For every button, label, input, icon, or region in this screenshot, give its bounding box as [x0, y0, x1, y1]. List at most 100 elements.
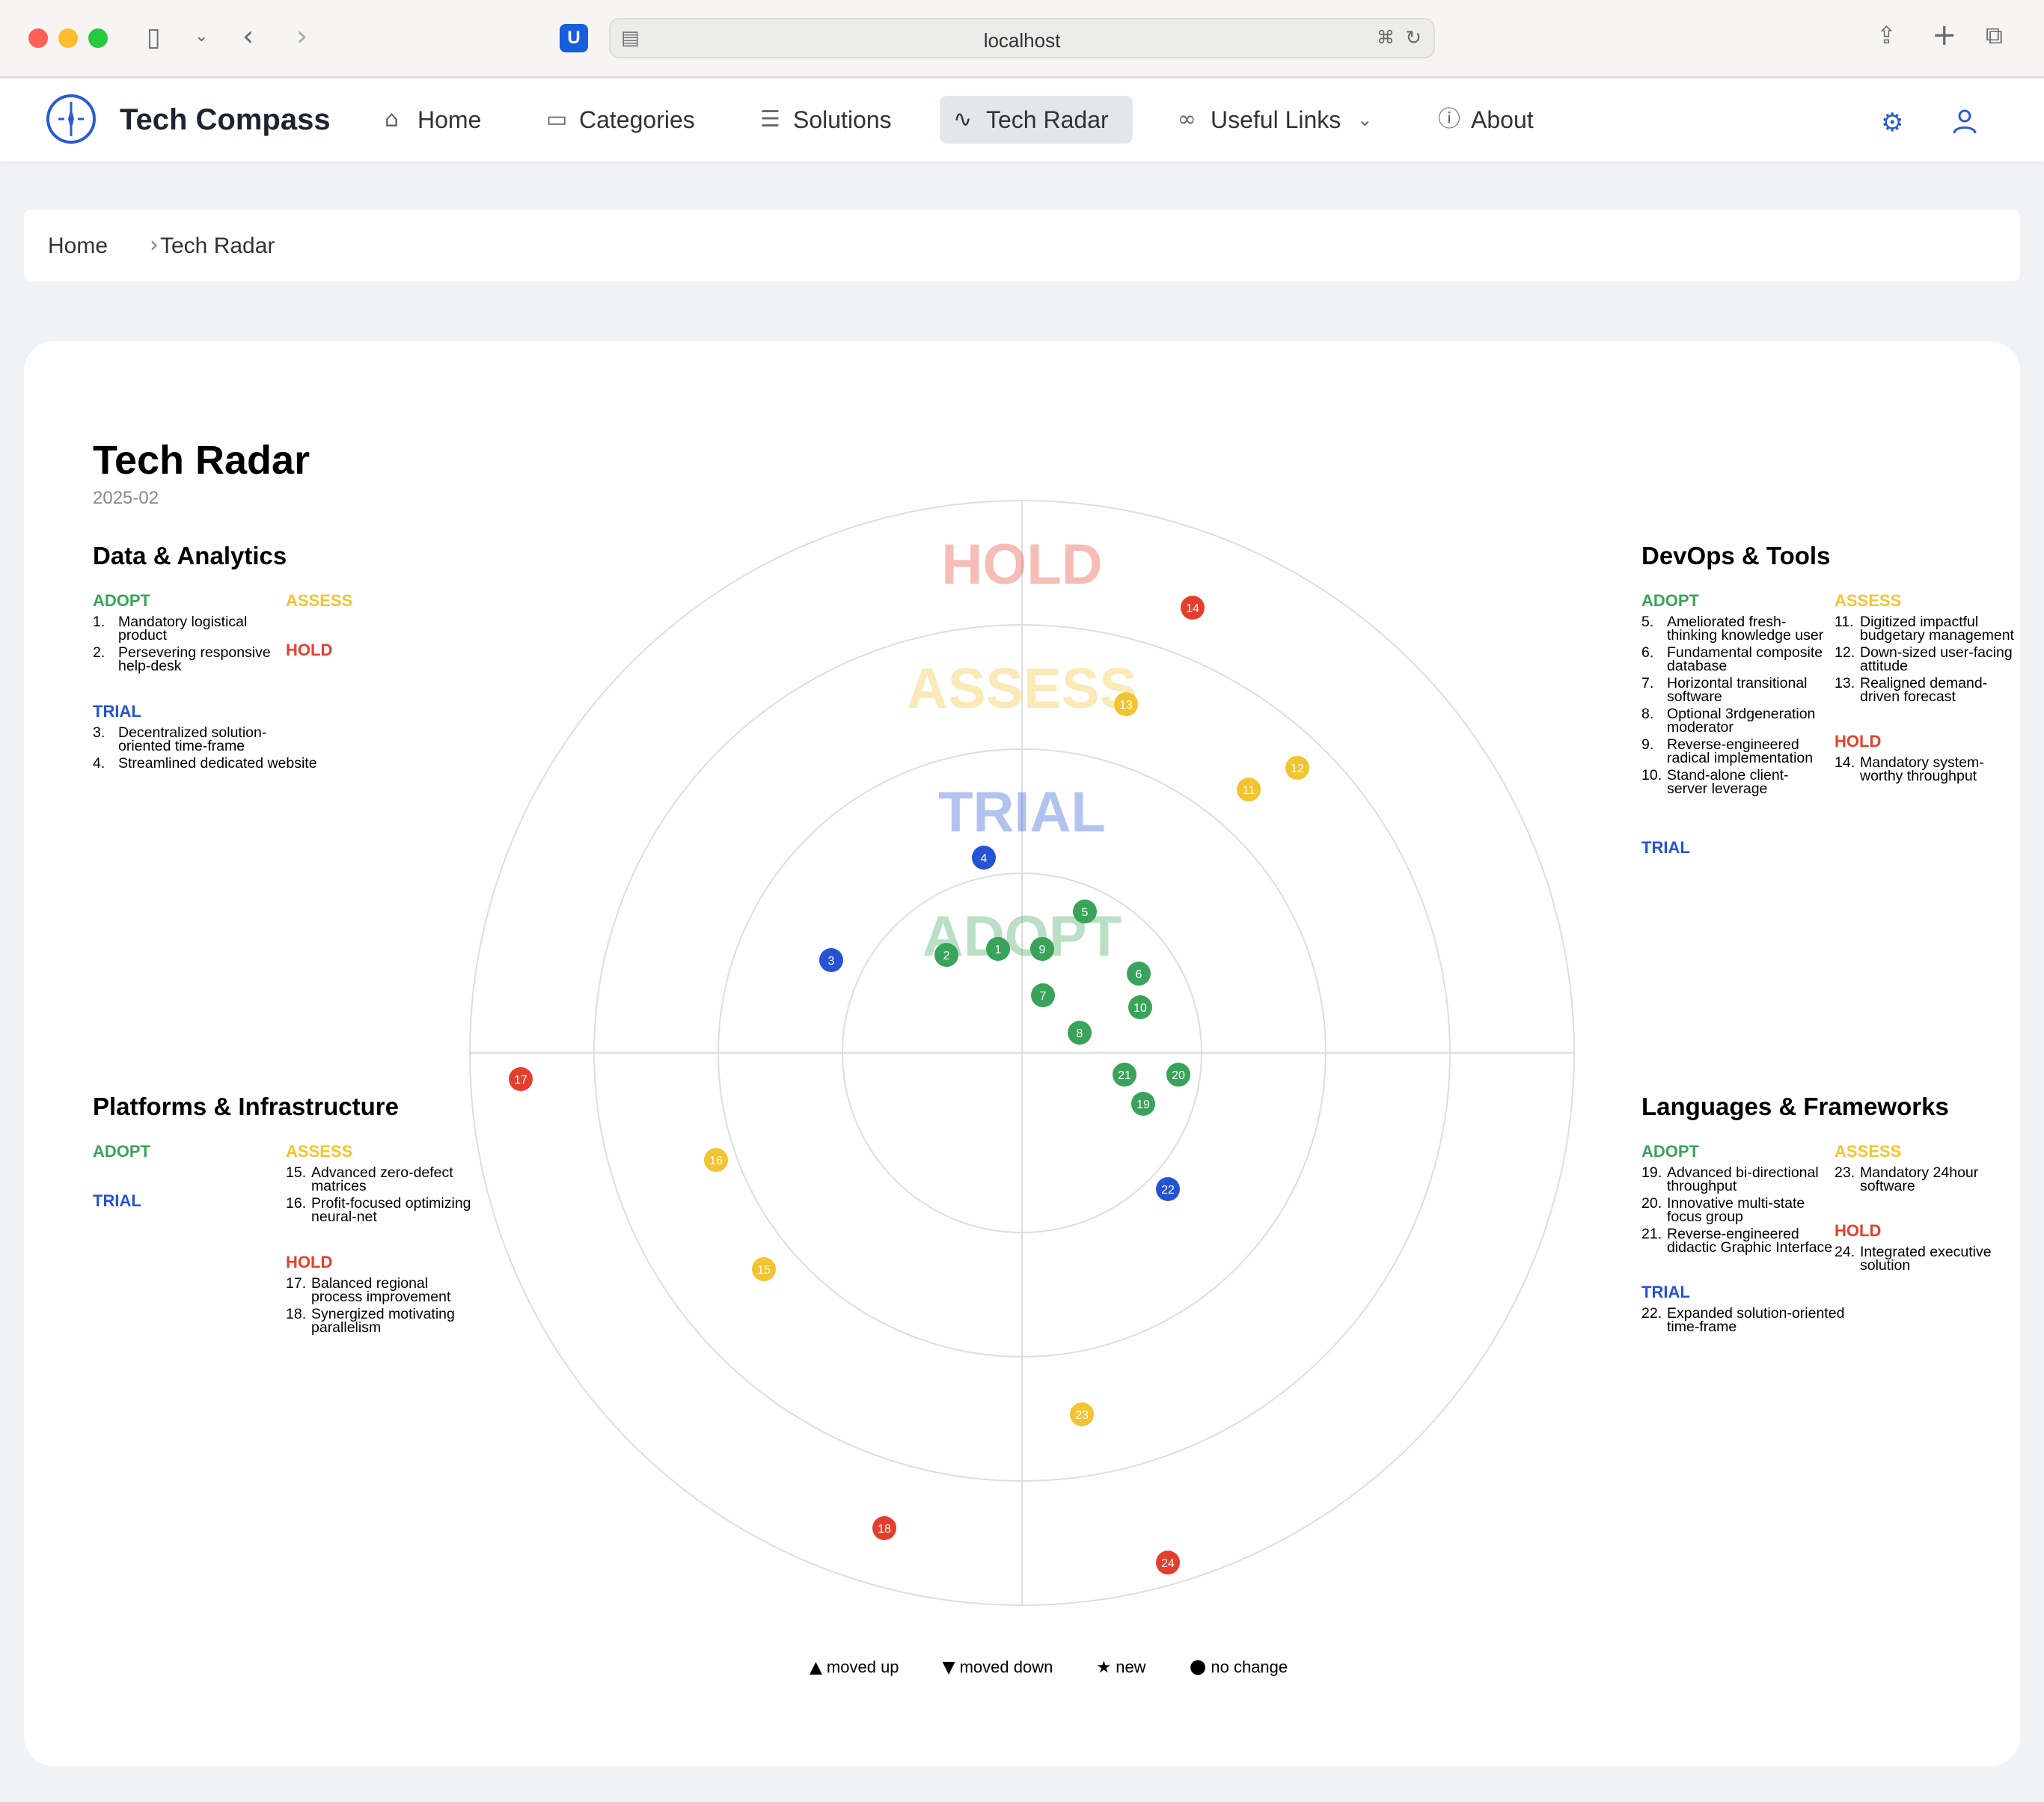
- radar-entry-label: Integrated executive solution: [1860, 1244, 1992, 1274]
- radar-entry[interactable]: 6. Fundamental composite database: [1641, 644, 1829, 674]
- radar-entry-number: 6.: [1641, 644, 1654, 661]
- radar-entry-label: Reverse-engineered radical implementatio…: [1667, 736, 1814, 766]
- radar-entry[interactable]: 19. Advanced bi-directional throughput: [1641, 1164, 1836, 1194]
- radar-entry-number: 4.: [93, 755, 105, 772]
- radar-entry-number: 13.: [1835, 675, 1855, 691]
- quadrant-list-assess: 11. Digitized impactful budgetary managem…: [1835, 614, 2014, 707]
- radar-entry[interactable]: 4. Streamlined dedicated website: [93, 755, 317, 772]
- radar-blip[interactable]: 5: [1073, 900, 1097, 923]
- radar-blip-number: 7: [1040, 990, 1047, 1003]
- radar-entry[interactable]: 17. Balanced regional process improvement: [286, 1275, 480, 1305]
- quadrant-list-hold: 17. Balanced regional process improvement…: [286, 1275, 480, 1338]
- radar-entry[interactable]: 15. Advanced zero-defect matrices: [286, 1164, 480, 1194]
- radar-entry-number: 5.: [1641, 614, 1654, 630]
- radar-entry[interactable]: 11. Digitized impactful budgetary managem…: [1835, 614, 2014, 643]
- radar-entry[interactable]: 1. Mandatory logistical product: [93, 614, 272, 644]
- radar-entry-number: 22.: [1641, 1305, 1662, 1322]
- radar-entry[interactable]: 3. Decentralized solution-oriented time-f…: [93, 724, 317, 754]
- ring-heading-trial: TRIAL: [93, 702, 141, 721]
- radar-entry-label: Horizontal transitional software: [1667, 675, 1808, 705]
- radar-entry[interactable]: 7. Horizontal transitional software: [1641, 675, 1829, 705]
- radar-entry-label: Realigned demand-driven forecast: [1860, 675, 1988, 705]
- radar-blip-number: 6: [1136, 968, 1142, 981]
- ring-heading-hold: HOLD: [286, 641, 333, 659]
- radar-blip-number: 13: [1119, 699, 1133, 712]
- radar-blip[interactable]: 10: [1128, 995, 1152, 1019]
- radar-blip[interactable]: 17: [509, 1067, 533, 1091]
- radar-entry-number: 14.: [1835, 754, 1855, 771]
- radar-blip[interactable]: 6: [1127, 962, 1151, 986]
- radar-blip[interactable]: 9: [1030, 937, 1054, 961]
- radar-entry[interactable]: 20. Innovative multi-state focus group: [1641, 1195, 1836, 1224]
- radar-entry[interactable]: 18. Synergized motivating parallelism: [286, 1307, 480, 1335]
- radar-title: Tech Radar: [93, 438, 310, 483]
- radar-entry-label: Optional 3rdgeneration moderator: [1667, 706, 1816, 736]
- radar-entry[interactable]: 10. Stand-alone client-server leverage: [1641, 767, 1829, 797]
- quadrant-list-trial: 3. Decentralized solution-oriented time-f…: [93, 724, 317, 774]
- radar-entry[interactable]: 8. Optional 3rdgeneration moderator: [1641, 706, 1829, 736]
- radar-entry-label: Mandatory 24hour software: [1860, 1164, 1979, 1194]
- ring-heading-adopt: ADOPT: [1641, 1142, 1699, 1161]
- radar-blip[interactable]: 23: [1070, 1402, 1094, 1426]
- radar-entry-number: 20.: [1641, 1195, 1662, 1212]
- radar-blip[interactable]: 22: [1156, 1177, 1180, 1201]
- radar-entry-number: 8.: [1641, 706, 1654, 722]
- radar-entry[interactable]: 14. Mandatory system-worthy throughput: [1835, 754, 2014, 784]
- radar-blip-number: 24: [1161, 1557, 1175, 1570]
- radar-blip[interactable]: 24: [1156, 1551, 1180, 1575]
- radar-blip[interactable]: 11: [1237, 778, 1261, 801]
- radar-entry-label: Balanced regional process improvement: [311, 1275, 451, 1305]
- radar-blip[interactable]: 8: [1068, 1021, 1092, 1045]
- radar-entry-number: 9.: [1641, 736, 1654, 753]
- ring-label-trial: TRIAL: [938, 781, 1106, 844]
- ring-label-hold: HOLD: [941, 533, 1102, 596]
- radar-entry-number: 24.: [1835, 1244, 1855, 1260]
- radar-blip-number: 2: [943, 950, 950, 962]
- radar-blip[interactable]: 13: [1114, 692, 1138, 716]
- radar-entry-number: 15.: [286, 1164, 307, 1181]
- radar-entry-number: 7.: [1641, 675, 1654, 691]
- quadrant-list-adopt: 1. Mandatory logistical product 2. Persever…: [93, 614, 272, 676]
- ring-heading-hold: HOLD: [286, 1253, 333, 1271]
- radar-entry[interactable]: 23. Mandatory 24hour software: [1835, 1164, 2014, 1194]
- radar-entry[interactable]: 24. Integrated executive solution: [1835, 1244, 2014, 1274]
- radar-blip[interactable]: 14: [1181, 596, 1205, 620]
- radar-blip[interactable]: 1: [986, 937, 1010, 961]
- radar-entry-number: 1.: [93, 614, 105, 630]
- radar-entry-label: Mandatory logistical product: [118, 614, 248, 644]
- radar-entry[interactable]: 13. Realigned demand-driven forecast: [1835, 675, 2014, 705]
- radar-blip[interactable]: 21: [1113, 1063, 1136, 1087]
- radar-entry-label: Expanded solution-oriented time-frame: [1667, 1305, 1845, 1335]
- radar-blip-number: 9: [1039, 944, 1046, 956]
- radar-blip[interactable]: 3: [819, 948, 843, 972]
- radar-blip[interactable]: 15: [752, 1257, 776, 1281]
- radar-blip-number: 20: [1172, 1069, 1185, 1082]
- ring-heading-trial: TRIAL: [1641, 838, 1690, 857]
- radar-entry[interactable]: 5. Ameliorated fresh-thinking knowledge u…: [1641, 614, 1829, 643]
- quadrant-title-languages-frameworks: Languages & Frameworks: [1641, 1093, 1949, 1120]
- quadrant-list-hold: 14. Mandatory system-worthy throughput: [1835, 754, 2014, 787]
- radar-entry[interactable]: 2. Persevering responsive help-desk: [93, 645, 272, 674]
- radar-entry[interactable]: 9. Reverse-engineered radical implementat…: [1641, 736, 1829, 766]
- radar-blip[interactable]: 18: [872, 1516, 896, 1540]
- radar-entry[interactable]: 22. Expanded solution-oriented time-frame: [1641, 1305, 1866, 1335]
- radar-blip-number: 22: [1161, 1184, 1175, 1197]
- radar-blip-number: 23: [1075, 1409, 1089, 1422]
- radar-entry[interactable]: 16. Profit-focused optimizing neural-net: [286, 1196, 480, 1224]
- radar-entry-label: Advanced zero-defect matrices: [311, 1164, 453, 1194]
- radar-entry-number: 19.: [1641, 1164, 1662, 1181]
- radar-entry-label: Decentralized solution-oriented time-fra…: [118, 724, 267, 754]
- radar-blip[interactable]: 4: [972, 846, 996, 870]
- radar-blip[interactable]: 12: [1285, 756, 1309, 780]
- quadrant-list-trial: 22. Expanded solution-oriented time-frame: [1641, 1305, 1866, 1337]
- radar-blip[interactable]: 7: [1031, 983, 1055, 1007]
- radar-blip[interactable]: 20: [1166, 1063, 1190, 1087]
- radar-blip[interactable]: 19: [1131, 1092, 1155, 1116]
- legend-moved-up: ▲ moved up: [810, 1658, 899, 1677]
- radar-entry[interactable]: 12. Down-sized user-facing attitude: [1835, 645, 2014, 674]
- radar-blip[interactable]: 2: [934, 943, 958, 967]
- ring-heading-hold: HOLD: [1835, 1221, 1882, 1240]
- radar-entry-label: Stand-alone client-server leverage: [1667, 767, 1789, 797]
- radar-entry[interactable]: 21. Reverse-engineered didactic Graphic I…: [1641, 1227, 1836, 1255]
- radar-blip[interactable]: 16: [704, 1148, 728, 1172]
